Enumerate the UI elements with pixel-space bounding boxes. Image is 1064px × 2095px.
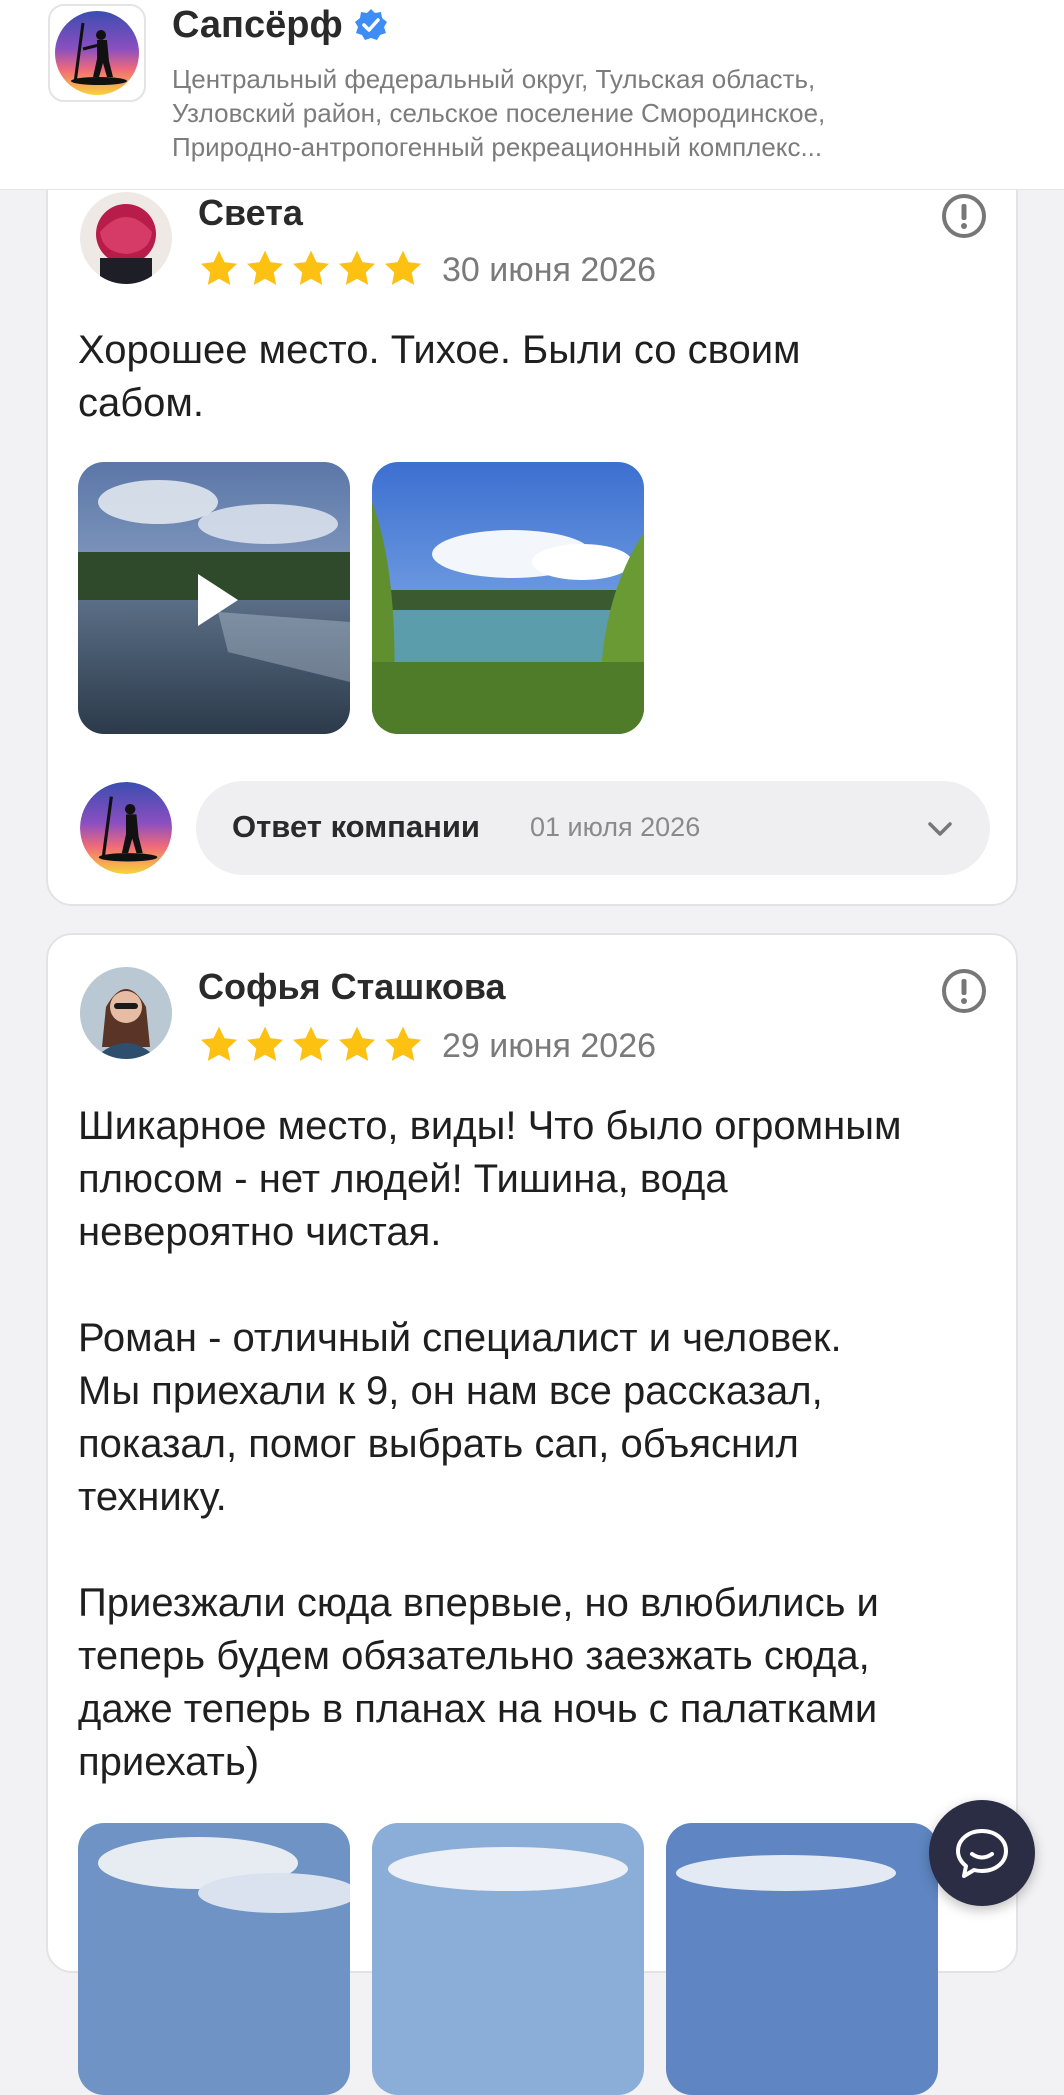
star-icon [292, 1026, 330, 1061]
review-photo[interactable] [372, 462, 644, 734]
review-text: Хорошее место. Тихое. Были со своим сабо… [78, 328, 801, 425]
company-reply-date: 01 июля 2026 [530, 812, 701, 842]
company-logo[interactable] [48, 4, 146, 102]
review-card: Софья Сташкова 29 июня 2026 Шикарное мес… [46, 933, 1018, 2095]
review-card: Света 30 июня 2026 Хорошее место. Тихое.… [46, 150, 1018, 906]
star-icon [384, 1026, 422, 1061]
review-text: Шикарное место, виды! Что было огромным … [78, 1104, 902, 1784]
company-avatar[interactable] [80, 782, 172, 874]
review-photo[interactable] [666, 1823, 938, 2095]
address-line: Узловский район, сельское поселение Смор… [172, 98, 826, 128]
chevron-down-icon [928, 822, 952, 836]
review-date: 29 июня 2026 [442, 1027, 657, 1065]
rating-stars [198, 1024, 424, 1066]
star-icon [200, 250, 238, 285]
star-icon [246, 1026, 284, 1061]
rating-stars [198, 248, 424, 290]
company-reply-label: Ответ компании [232, 809, 480, 844]
review-author[interactable]: Софья Сташкова [198, 966, 506, 1008]
company-title[interactable]: Сапсёрф [172, 4, 343, 47]
star-icon [338, 1026, 376, 1061]
review-date: 30 июня 2026 [442, 251, 657, 289]
chat-icon [956, 1829, 1008, 1878]
review-author[interactable]: Света [198, 192, 303, 234]
address-line: Природно-антропогенный рекреационный ком… [172, 132, 823, 162]
review-photo[interactable] [372, 1823, 644, 2095]
report-icon[interactable] [940, 192, 988, 240]
chat-button[interactable] [929, 1800, 1035, 1906]
company-address: Центральный федеральный округ, Тульская … [172, 62, 992, 164]
org-header: Сапсёрф Центральный федеральный округ, Т… [0, 0, 1064, 190]
star-icon [292, 250, 330, 285]
review-video-thumbnail[interactable] [78, 462, 350, 734]
address-line: Центральный федеральный округ, Тульская … [172, 64, 816, 94]
avatar[interactable] [80, 967, 172, 1059]
star-icon [338, 250, 376, 285]
star-icon [200, 1026, 238, 1061]
review-photo[interactable] [78, 1823, 350, 2095]
company-reply-toggle[interactable]: Ответ компании 01 июля 2026 [196, 781, 990, 875]
avatar[interactable] [80, 192, 172, 284]
report-icon[interactable] [940, 967, 988, 1015]
star-icon [384, 250, 422, 285]
verified-icon [354, 9, 387, 40]
logo-image [55, 11, 139, 95]
star-icon [246, 250, 284, 285]
